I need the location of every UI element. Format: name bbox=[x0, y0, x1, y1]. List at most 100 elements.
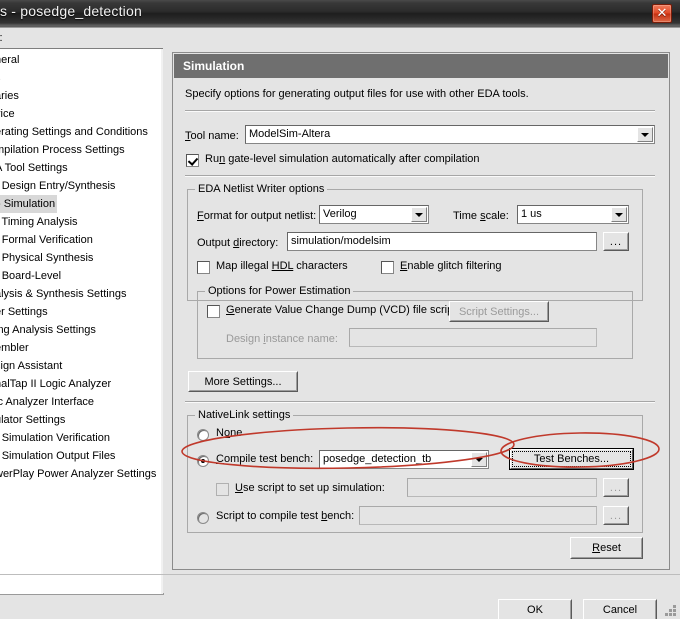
tree-item[interactable]: erating Settings and Conditions bbox=[0, 123, 163, 141]
tree-item[interactable]: ic Analyzer Interface bbox=[0, 393, 163, 411]
tree-item-label: aries bbox=[0, 90, 19, 102]
chevron-down-icon[interactable] bbox=[611, 207, 627, 222]
close-button[interactable]: ✕ bbox=[652, 4, 672, 23]
tree-item[interactable]: - Simulation bbox=[0, 195, 163, 213]
category-label: y: bbox=[0, 32, 3, 44]
cancel-label: Cancel bbox=[584, 600, 656, 619]
tree-item[interactable]: sign Assistant bbox=[0, 357, 163, 375]
power-estimation-group: Options for Power Estimation bbox=[197, 285, 633, 359]
script-settings-label: Script Settings... bbox=[450, 302, 548, 321]
tree-item[interactable]: - Physical Synthesis bbox=[0, 249, 163, 267]
close-icon: ✕ bbox=[656, 5, 668, 20]
tree-item-label: nalTap II Logic Analyzer bbox=[0, 378, 112, 390]
use-script-input bbox=[407, 478, 597, 497]
tree-item[interactable]: - Simulation Verification bbox=[0, 429, 163, 447]
tree-item[interactable]: - Timing Analysis bbox=[0, 213, 163, 231]
tree-gutter bbox=[163, 48, 167, 593]
test-benches-label: Test Benches... bbox=[512, 451, 631, 467]
chevron-down-icon[interactable] bbox=[471, 452, 487, 467]
compile-test-bench-value: posedge_detection_tb bbox=[323, 453, 432, 465]
script-compile-browse-label: ... bbox=[604, 507, 628, 524]
test-benches-button[interactable]: Test Benches... bbox=[509, 448, 634, 470]
reset-button[interactable]: Reset bbox=[570, 537, 643, 559]
test-benches-button-inner: Test Benches... bbox=[510, 449, 633, 469]
tree-item[interactable]: alysis & Synthesis Settings bbox=[0, 285, 163, 303]
script-compile-browse-button: ... bbox=[603, 506, 629, 525]
tree-item-label: - Timing Analysis bbox=[0, 216, 78, 228]
tree-item[interactable]: - Formal Verification bbox=[0, 231, 163, 249]
timescale-label: Time scale: bbox=[453, 210, 509, 222]
divider-top bbox=[185, 110, 655, 111]
timescale-combobox[interactable]: 1 us bbox=[517, 205, 629, 224]
tree-item[interactable]: er Settings bbox=[0, 303, 163, 321]
tree-item-label: - Board-Level bbox=[0, 270, 62, 282]
map-illegal-hdl-checkbox[interactable] bbox=[197, 261, 210, 274]
tree-item-label: alysis & Synthesis Settings bbox=[0, 288, 127, 300]
category-tree[interactable]: neral s aries vice erating Settings and Cond… bbox=[0, 48, 164, 595]
tree-item[interactable]: mpilation Process Settings bbox=[0, 141, 163, 159]
tree-item[interactable]: neral bbox=[0, 51, 163, 69]
tree-item[interactable]: embler bbox=[0, 339, 163, 357]
more-settings-button[interactable]: More Settings... bbox=[188, 371, 298, 392]
tree-item[interactable]: nalTap II Logic Analyzer bbox=[0, 375, 163, 393]
resize-grip[interactable] bbox=[664, 603, 678, 617]
tree-item-label: - Design Entry/Synthesis bbox=[0, 180, 116, 192]
chevron-down-icon[interactable] bbox=[411, 207, 427, 222]
window-title: gs - posedge_detection bbox=[0, 3, 142, 19]
tree-item-label: er Settings bbox=[0, 306, 48, 318]
output-directory-browse-button[interactable]: ... bbox=[603, 232, 629, 251]
simulation-panel: Simulation Specify options for generatin… bbox=[172, 52, 670, 570]
format-combobox[interactable]: Verilog bbox=[319, 205, 429, 224]
tree-item-label: erating Settings and Conditions bbox=[0, 126, 148, 138]
output-directory-input[interactable]: simulation/modelsim bbox=[287, 232, 597, 251]
tree-item-label: - Formal Verification bbox=[0, 234, 93, 246]
script-compile-label: Script to compile test bench: bbox=[216, 510, 355, 522]
output-dir-label: Output directory: bbox=[197, 237, 279, 249]
output-directory-browse-label: ... bbox=[604, 233, 628, 250]
use-script-label: Use script to set up simulation: bbox=[235, 482, 385, 494]
run-gate-level-checkbox[interactable] bbox=[186, 154, 199, 167]
divider-mid bbox=[185, 175, 655, 176]
ok-button[interactable]: OK bbox=[498, 599, 572, 619]
compile-test-bench-label: Compile test bench: bbox=[216, 453, 314, 465]
tree-item[interactable]: aries bbox=[0, 87, 163, 105]
enable-glitch-filtering-checkbox[interactable] bbox=[381, 261, 394, 274]
tool-name-label: Tool name: bbox=[185, 130, 239, 142]
compile-test-bench-radio[interactable] bbox=[197, 455, 209, 467]
settings-dialog: gs - posedge_detection ✕ y: neral s aries v… bbox=[0, 0, 680, 619]
compile-test-bench-combobox[interactable]: posedge_detection_tb bbox=[319, 450, 489, 469]
tree-item-label: - Simulation Verification bbox=[0, 432, 110, 444]
tool-name-combobox[interactable]: ModelSim-Altera bbox=[245, 125, 655, 144]
tree-item[interactable]: s bbox=[0, 69, 163, 87]
power-estimation-caption: Options for Power Estimation bbox=[205, 285, 354, 297]
use-script-browse-button: ... bbox=[603, 478, 629, 497]
format-label: Format for output netlist: bbox=[197, 210, 317, 222]
tree-item[interactable]: ing Analysis Settings bbox=[0, 321, 163, 339]
generate-vcd-label: Generate Value Change Dump (VCD) file sc… bbox=[226, 304, 457, 316]
tree-item[interactable]: vice bbox=[0, 105, 163, 123]
nativelink-none-radio[interactable] bbox=[197, 429, 209, 441]
format-value: Verilog bbox=[323, 208, 357, 220]
tree-item[interactable]: ulator Settings bbox=[0, 411, 163, 429]
panel-header: Simulation bbox=[174, 54, 668, 78]
run-gate-level-label: Run gate-level simulation automatically … bbox=[205, 153, 480, 165]
tool-name-value: ModelSim-Altera bbox=[249, 128, 331, 140]
tree-item-label: - Simulation bbox=[0, 195, 58, 213]
script-compile-input bbox=[359, 506, 597, 525]
tree-item[interactable]: werPlay Power Analyzer Settings bbox=[0, 465, 163, 483]
tree-item-label: sign Assistant bbox=[0, 360, 63, 372]
timescale-value: 1 us bbox=[521, 208, 542, 220]
tree-item-label: s bbox=[0, 69, 1, 87]
chevron-down-icon[interactable] bbox=[637, 127, 653, 142]
generate-vcd-checkbox[interactable] bbox=[207, 305, 220, 318]
tree-item-label: vice bbox=[0, 108, 15, 120]
tree-item[interactable]: - Board-Level bbox=[0, 267, 163, 285]
cancel-button[interactable]: Cancel bbox=[583, 599, 657, 619]
tree-item[interactable]: - Simulation Output Files bbox=[0, 447, 163, 465]
divider-nativelink bbox=[185, 401, 655, 402]
tree-item[interactable]: - Design Entry/Synthesis bbox=[0, 177, 163, 195]
tree-item-label: A Tool Settings bbox=[0, 162, 68, 174]
tree-item[interactable]: A Tool Settings bbox=[0, 159, 163, 177]
use-script-browse-label: ... bbox=[604, 479, 628, 496]
script-settings-button: Script Settings... bbox=[449, 301, 549, 322]
